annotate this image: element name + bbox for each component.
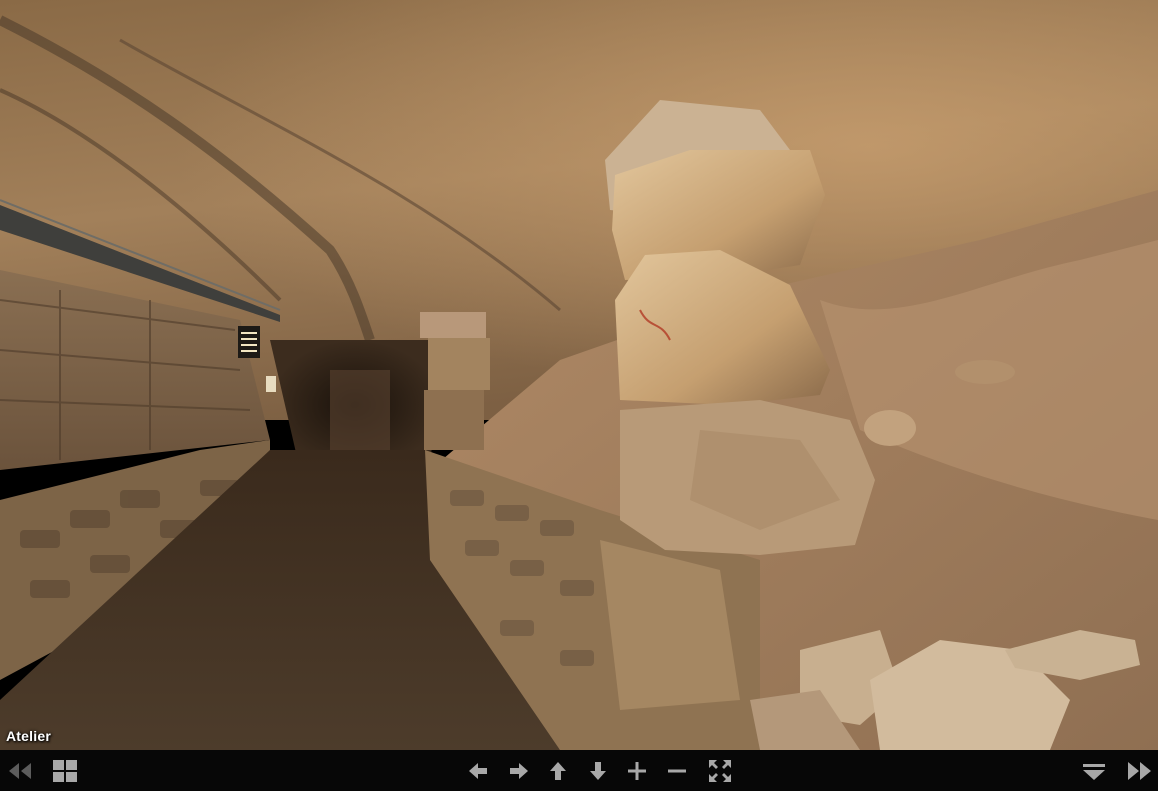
arrow-up-icon: [550, 761, 566, 780]
fullscreen-button[interactable]: [704, 750, 736, 791]
hide-controls-button[interactable]: [1078, 750, 1110, 791]
arrow-right-icon: [510, 762, 528, 779]
scene-title: Atelier: [6, 728, 51, 744]
pan-left-button[interactable]: [463, 750, 493, 791]
pan-up-button[interactable]: [543, 750, 573, 791]
next-scene-button[interactable]: [1122, 750, 1156, 791]
fullscreen-icon: [709, 759, 731, 782]
panorama-image[interactable]: [0, 0, 1158, 791]
panorama-viewer[interactable]: Atelier: [0, 0, 1158, 791]
plus-icon: [628, 761, 646, 780]
pan-right-button[interactable]: [504, 750, 534, 791]
hide-controls-icon: [1083, 763, 1105, 780]
previous-scene-button[interactable]: [2, 750, 38, 791]
next-scene-icon: [1128, 761, 1151, 780]
zoom-in-button[interactable]: [622, 750, 652, 791]
zoom-out-button[interactable]: [662, 750, 692, 791]
minus-icon: [668, 769, 686, 772]
thumbnails-grid-icon: [53, 759, 77, 782]
thumbnails-button[interactable]: [49, 750, 81, 791]
pan-down-button[interactable]: [583, 750, 613, 791]
previous-scene-icon: [9, 762, 31, 779]
control-bar: [0, 750, 1158, 791]
arrow-left-icon: [469, 762, 487, 779]
arrow-down-icon: [590, 761, 606, 780]
